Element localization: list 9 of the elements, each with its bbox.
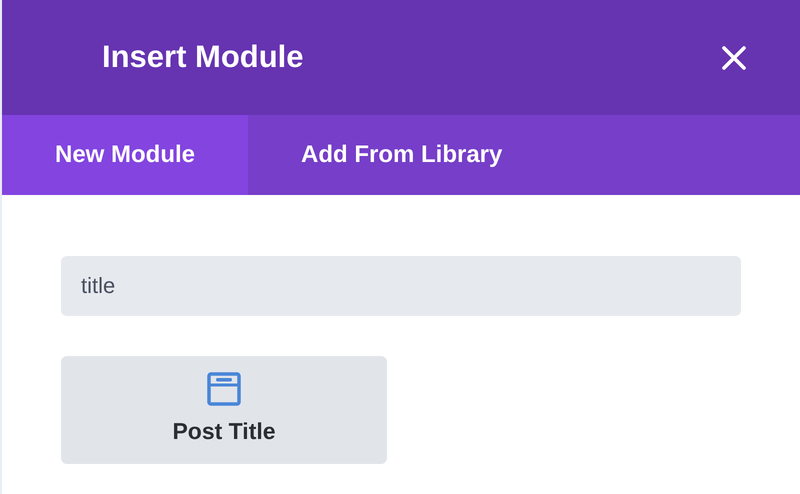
tab[interactable]: Add From Library [248, 115, 556, 195]
window-icon [207, 372, 241, 406]
close-button[interactable] [720, 44, 748, 72]
window-title: Insert Module [102, 38, 304, 76]
close-icon [721, 44, 747, 70]
tab[interactable]: New Module [2, 115, 248, 195]
search-field[interactable]: title [61, 256, 741, 316]
module-label: Post Title [172, 416, 276, 446]
module-card[interactable]: Post Title [61, 356, 387, 464]
